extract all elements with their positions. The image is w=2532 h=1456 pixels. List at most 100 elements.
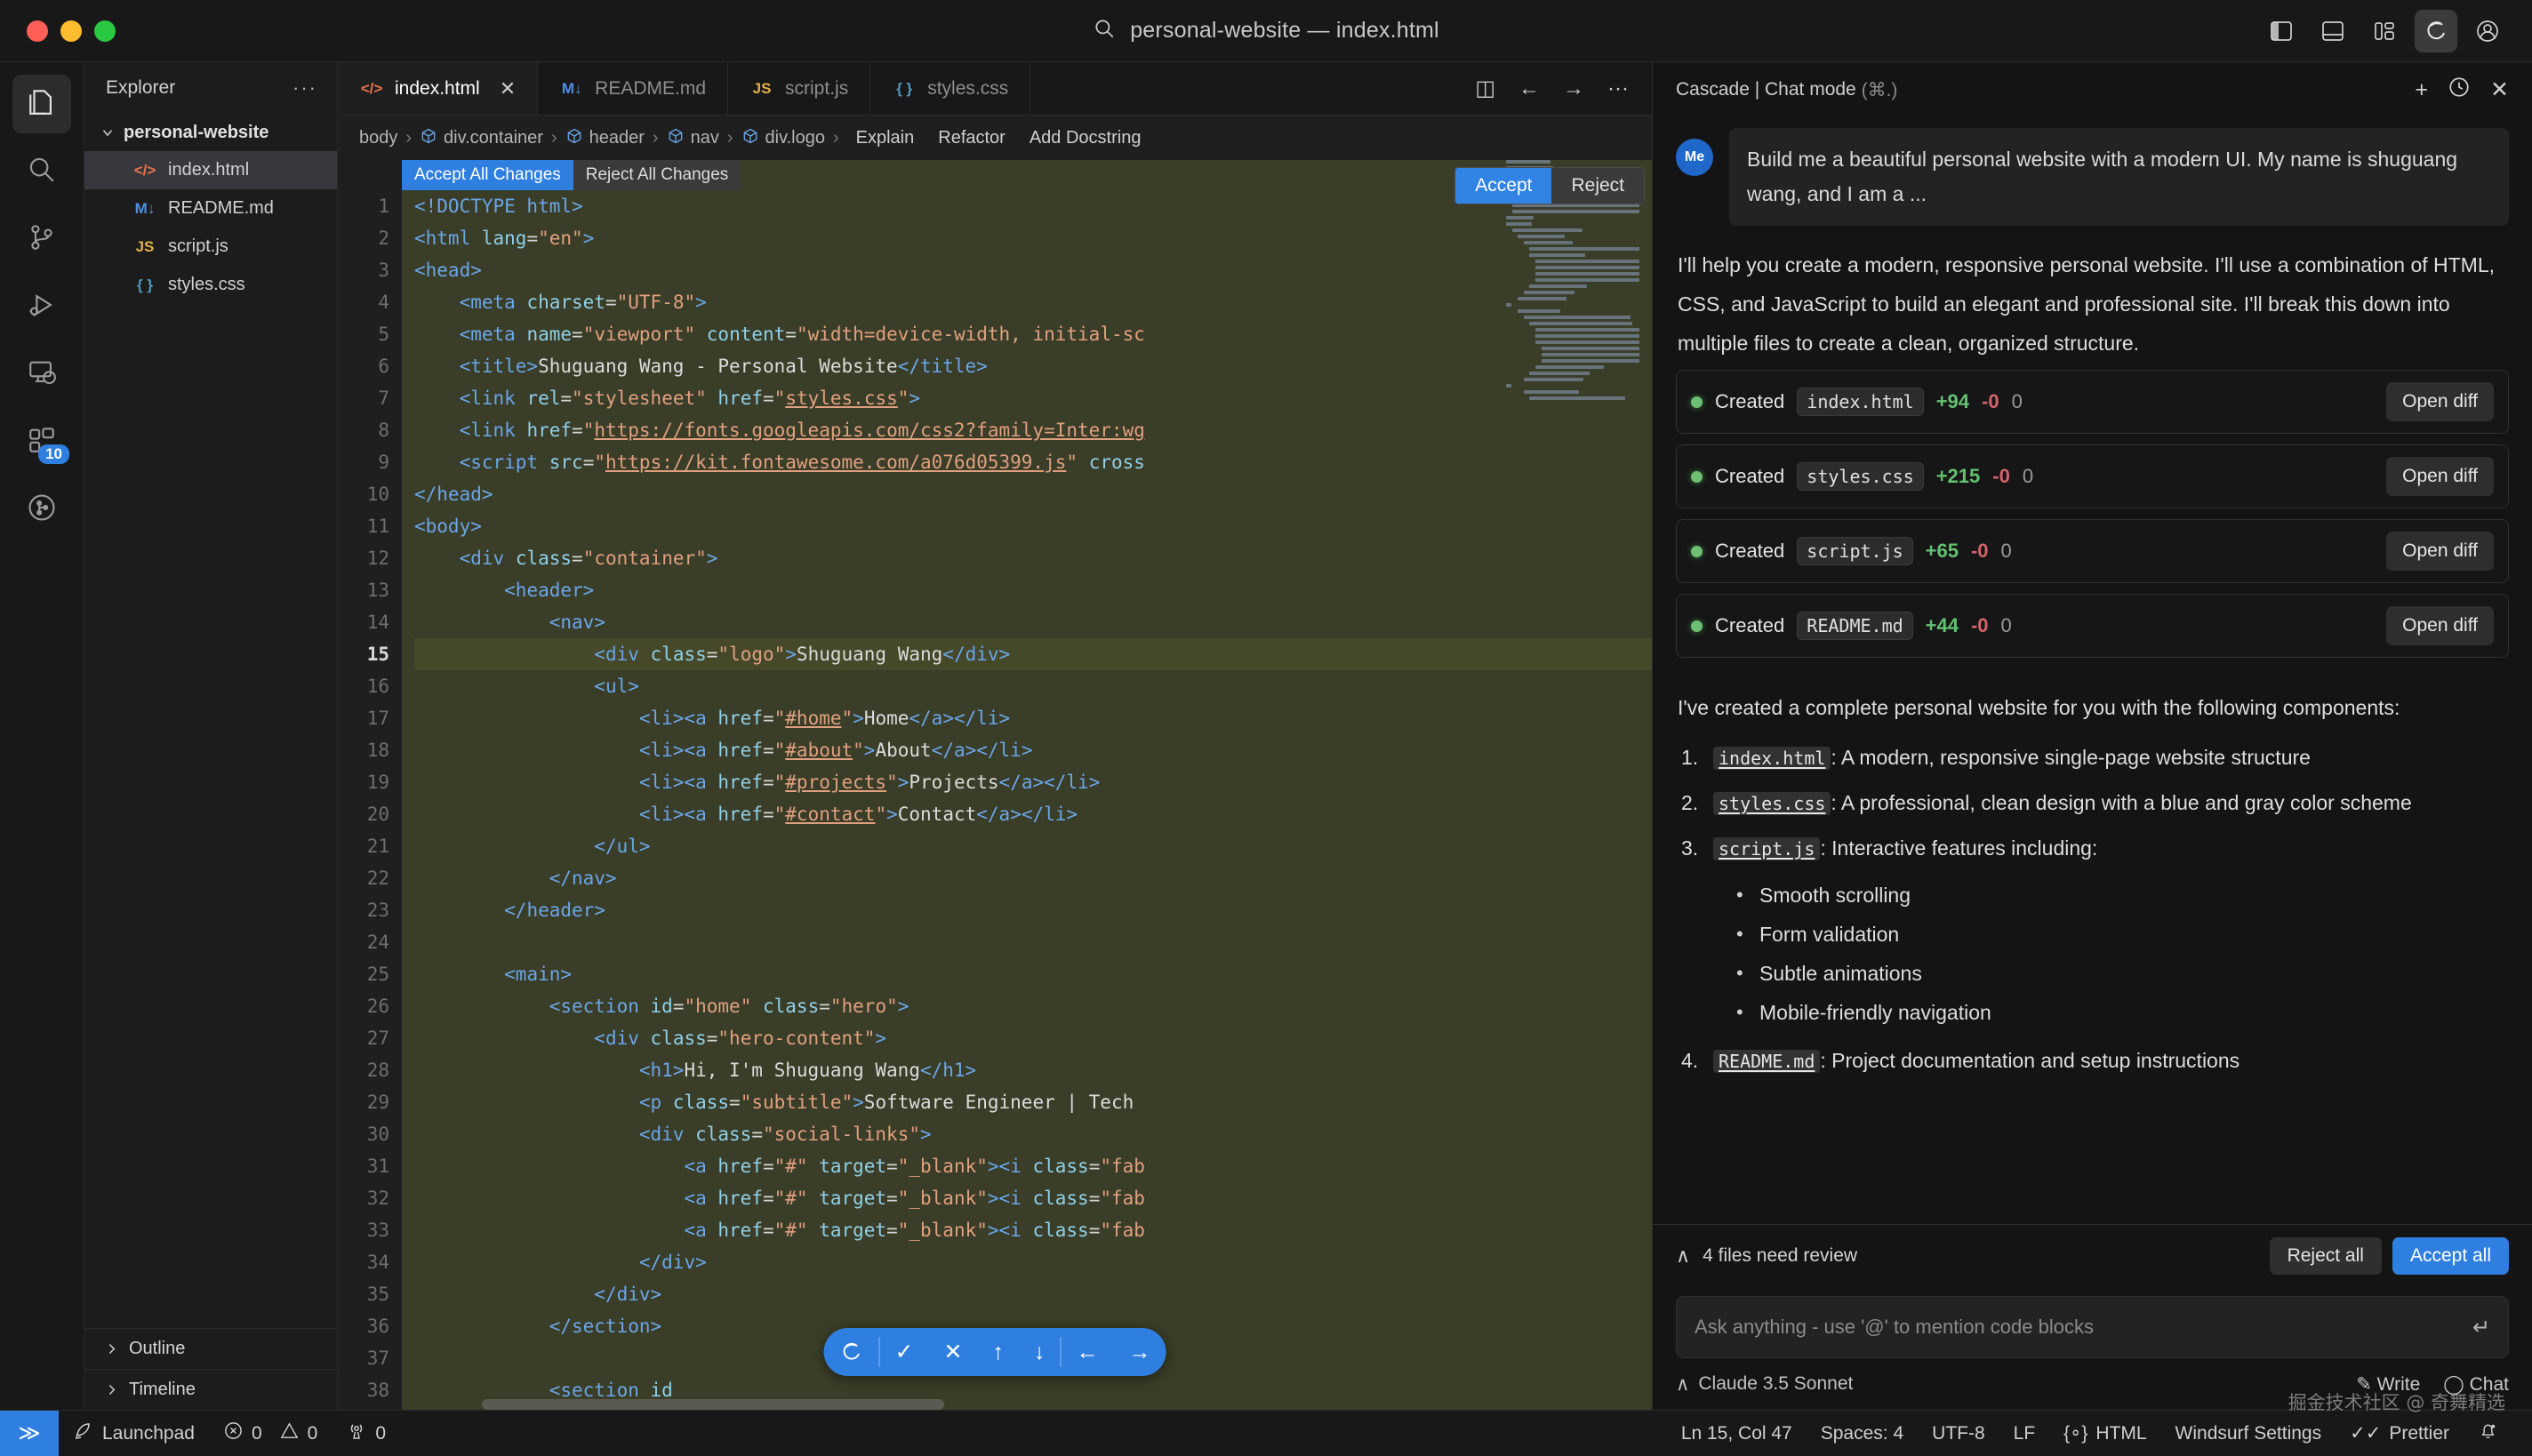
code-line[interactable]: <a href="#" target="_blank"><i class="fa… [414, 1182, 1652, 1214]
accept-all-changes-button[interactable]: Accept All Changes [402, 160, 573, 190]
code-line[interactable]: <div class="hero-content"> [414, 1022, 1652, 1054]
model-selector[interactable]: Claude 3.5 Sonnet [1698, 1373, 1853, 1395]
code-line[interactable]: <section id="home" class="hero"> [414, 990, 1652, 1022]
explorer-section-timeline[interactable]: Timeline [84, 1369, 337, 1410]
reject-change-icon[interactable]: ✕ [929, 1328, 978, 1376]
status-indentation[interactable]: Spaces: 4 [1807, 1423, 1918, 1444]
code-line[interactable]: <meta name="viewport" content="width=dev… [414, 318, 1652, 350]
code-line[interactable]: <h1>Hi, I'm Shuguang Wang</h1> [414, 1054, 1652, 1086]
code-line[interactable]: <li><a href="#home">Home</a></li> [414, 702, 1652, 734]
file-card-styles-css[interactable]: Created styles.css +215 -0 0 Open diff [1676, 444, 2509, 508]
breadcrumb-item-div-logo[interactable]: div.logo [765, 128, 825, 148]
activity-item-explorer[interactable] [12, 75, 71, 133]
history-icon[interactable] [2448, 76, 2471, 105]
code-content[interactable]: <!DOCTYPE html><html lang="en"><head> <m… [402, 160, 1652, 1410]
file-card-script-js[interactable]: Created script.js +65 -0 0 Open diff [1676, 519, 2509, 583]
close-icon[interactable]: ✕ [500, 77, 516, 100]
codelens-explain[interactable]: Explain [847, 128, 924, 148]
code-line[interactable]: </ul> [414, 830, 1652, 862]
code-line[interactable]: </nav> [414, 862, 1652, 894]
code-line[interactable]: </div> [414, 1278, 1652, 1310]
explorer-file-styles-css[interactable]: { } styles.css [84, 266, 337, 304]
status-prettier[interactable]: ✓✓ Prettier [2336, 1422, 2464, 1444]
code-line[interactable]: <a href="#" target="_blank"><i class="fa… [414, 1214, 1652, 1246]
cascade-conversation[interactable]: Me Build me a beautiful personal website… [1653, 117, 2532, 1224]
accept-button[interactable]: Accept [1455, 168, 1551, 204]
breadcrumb-item-div-container[interactable]: div.container [444, 128, 543, 148]
arrow-right-icon[interactable]: → [1563, 76, 1584, 101]
tab-styles-css[interactable]: { } styles.css [870, 62, 1030, 115]
code-line[interactable]: <div class="container"> [414, 542, 1652, 574]
status-errors[interactable]: 0 0 [209, 1420, 332, 1446]
explorer-file-script-js[interactable]: JS script.js [84, 228, 337, 266]
file-card-readme-md[interactable]: Created README.md +44 -0 0 Open diff [1676, 594, 2509, 658]
code-line[interactable]: <title>Shuguang Wang - Personal Website<… [414, 350, 1652, 382]
nav-back-icon[interactable]: ← [1061, 1328, 1113, 1376]
activity-item-search[interactable] [12, 142, 71, 201]
chevron-up-icon[interactable]: ∧ [1676, 1244, 1690, 1268]
reject-all-changes-button[interactable]: Reject All Changes [573, 160, 741, 190]
remote-window-button[interactable]: ≫ [0, 1411, 59, 1456]
close-icon[interactable]: ✕ [2490, 76, 2509, 103]
status-encoding[interactable]: UTF-8 [1918, 1423, 1999, 1444]
code-line[interactable]: <ul> [414, 670, 1652, 702]
account-circle-icon[interactable] [2466, 10, 2509, 52]
accept-change-icon[interactable]: ✓ [880, 1328, 929, 1376]
minimap[interactable] [1506, 160, 1639, 498]
code-line[interactable]: <script src="https://kit.fontawesome.com… [414, 446, 1652, 478]
cascade-logo-icon[interactable] [824, 1328, 879, 1376]
codelens-add-docstring[interactable]: Add Docstring [1021, 128, 1150, 148]
code-line[interactable] [414, 926, 1652, 958]
code-line[interactable]: <li><a href="#projects">Projects</a></li… [414, 766, 1652, 798]
code-line[interactable]: <nav> [414, 606, 1652, 638]
code-line[interactable]: <li><a href="#about">About</a></li> [414, 734, 1652, 766]
status-launchpad[interactable]: Launchpad [59, 1420, 209, 1447]
explorer-section-outline[interactable]: Outline [84, 1328, 337, 1369]
tab-index-html[interactable]: </> index.html ✕ [338, 62, 538, 115]
submit-icon[interactable]: ↵ [2472, 1315, 2490, 1340]
code-line[interactable]: <p class="subtitle">Software Engineer | … [414, 1086, 1652, 1118]
explorer-file-index-html[interactable]: </> index.html [84, 151, 337, 189]
close-window-button[interactable] [27, 20, 48, 42]
open-diff-button[interactable]: Open diff [2386, 382, 2494, 421]
breadcrumb-item-nav[interactable]: nav [691, 128, 719, 148]
activity-item-extensions[interactable]: 10 [12, 412, 71, 471]
tab-script-js[interactable]: JS script.js [728, 62, 870, 115]
activity-item-cascade-history[interactable] [12, 480, 71, 539]
open-diff-button[interactable]: Open diff [2386, 457, 2494, 496]
code-line[interactable]: <main> [414, 958, 1652, 990]
status-windsurf-settings[interactable]: Windsurf Settings [2161, 1423, 2336, 1444]
activity-item-run-and-debug[interactable] [12, 277, 71, 336]
code-editor[interactable]: Accept All Changes Reject All Changes 12… [338, 160, 1652, 1410]
breadcrumb-item-body[interactable]: body [359, 128, 397, 148]
status-notifications[interactable] [2464, 1420, 2512, 1446]
toggle-primary-sidebar-icon[interactable] [2260, 10, 2303, 52]
previous-change-icon[interactable]: ↑ [977, 1328, 1019, 1376]
code-line[interactable]: </div> [414, 1246, 1652, 1278]
activity-item-remote-explorer[interactable] [12, 345, 71, 404]
status-language-mode[interactable]: {∘} HTML [2049, 1422, 2160, 1444]
tab-readme-md[interactable]: M↓ README.md [538, 62, 728, 115]
activity-item-source-control[interactable] [12, 210, 71, 268]
code-line[interactable]: <div class="logo">Shuguang Wang</div> [414, 638, 1652, 670]
code-line[interactable]: <a href="#" target="_blank"><i class="fa… [414, 1150, 1652, 1182]
toggle-panel-icon[interactable] [2312, 10, 2354, 52]
chat-input-box[interactable]: Ask anything - use '@' to mention code b… [1676, 1296, 2509, 1358]
scrollbar-thumb[interactable] [482, 1399, 944, 1410]
code-line[interactable]: <div class="social-links"> [414, 1118, 1652, 1150]
code-line[interactable]: <html lang="en"> [414, 222, 1652, 254]
code-line[interactable]: </head> [414, 478, 1652, 510]
status-eol[interactable]: LF [1999, 1423, 2050, 1444]
split-editor-icon[interactable]: ◫ [1475, 76, 1495, 101]
reject-all-button[interactable]: Reject all [2270, 1237, 2382, 1275]
code-line[interactable]: <link rel="stylesheet" href="styles.css"… [414, 382, 1652, 414]
code-line[interactable]: <link href="https://fonts.googleapis.com… [414, 414, 1652, 446]
ellipsis-icon[interactable]: ··· [292, 76, 317, 100]
explorer-root-folder[interactable]: personal-website [84, 114, 337, 151]
new-conversation-icon[interactable]: + [2415, 77, 2428, 103]
arrow-left-icon[interactable]: ← [1518, 76, 1540, 101]
code-line[interactable]: <header> [414, 574, 1652, 606]
codelens-refactor[interactable]: Refactor [929, 128, 1014, 148]
accept-all-button[interactable]: Accept all [2392, 1237, 2509, 1275]
explorer-file-readme-md[interactable]: M↓ README.md [84, 189, 337, 228]
